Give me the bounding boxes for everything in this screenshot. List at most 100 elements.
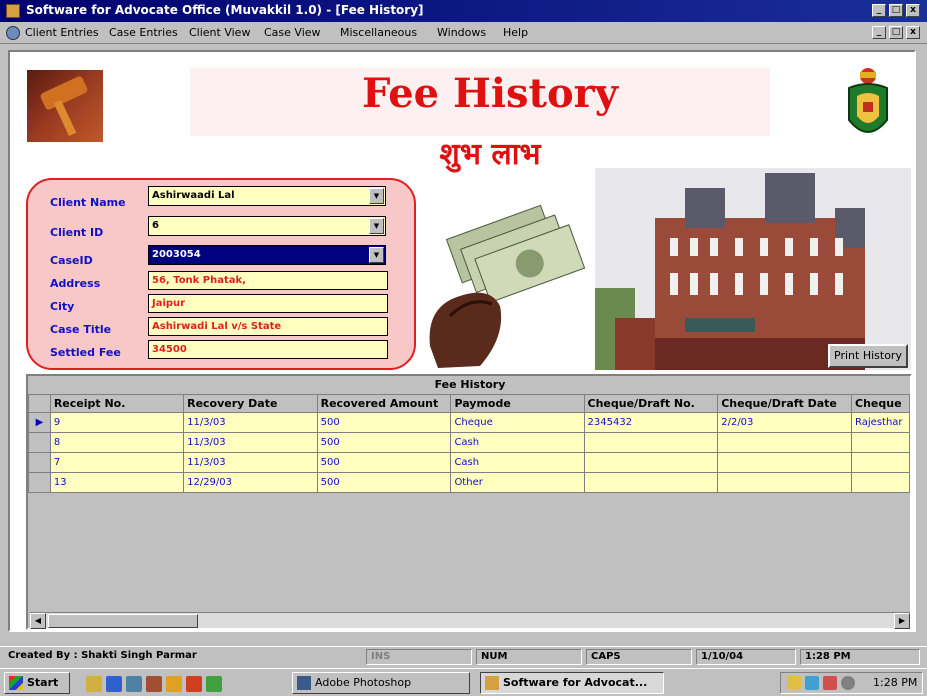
case-id-select[interactable]: 2003054 ▼ (148, 245, 386, 265)
table-cell[interactable]: 11/3/03 (183, 412, 318, 433)
menu-client-view[interactable]: Client View (189, 26, 250, 39)
tray-clock-icon[interactable] (841, 676, 855, 690)
horizontal-scrollbar[interactable]: ◀ ▶ (30, 612, 910, 629)
table-cell[interactable]: 2/2/03 (717, 412, 853, 433)
child-window-icon[interactable] (6, 26, 20, 40)
table-header-row: Receipt No. Recovery Date Recovered Amou… (28, 394, 910, 413)
table-cell[interactable] (717, 452, 853, 473)
table-cell[interactable]: 12/29/03 (183, 472, 318, 493)
row-header-corner (28, 394, 51, 413)
menu-case-view[interactable]: Case View (264, 26, 321, 39)
taskbar-software-advocate[interactable]: Software for Advocat... (480, 672, 664, 694)
settled-fee-field[interactable]: 34500 (148, 340, 388, 359)
table-cell[interactable] (583, 472, 719, 493)
app-icon[interactable] (206, 676, 222, 692)
table-cell[interactable] (851, 472, 910, 493)
table-cell[interactable]: 500 (316, 412, 452, 433)
desktop-icon[interactable] (126, 676, 142, 692)
row-header[interactable] (28, 452, 51, 473)
menu-case-entries[interactable]: Case Entries (109, 26, 178, 39)
current-row-marker[interactable]: ▶ (28, 412, 51, 433)
table-cell[interactable]: 11/3/03 (183, 432, 318, 453)
table-row[interactable]: 8 11/3/03 500 Cash (28, 432, 910, 453)
row-header[interactable] (28, 472, 51, 493)
chevron-down-icon[interactable]: ▼ (369, 188, 384, 204)
fee-history-table: Receipt No. Recovery Date Recovered Amou… (28, 394, 910, 493)
table-cell[interactable]: Cheque (450, 412, 585, 433)
menu-client-entries[interactable]: Client Entries (25, 26, 99, 39)
column-header[interactable]: Cheque/Draft No. (583, 394, 719, 413)
table-cell[interactable]: 9 (49, 412, 185, 433)
table-cell[interactable] (851, 452, 910, 473)
child-restore-button[interactable]: □ (889, 26, 903, 39)
table-cell[interactable]: 500 (316, 432, 452, 453)
table-cell[interactable]: 11/3/03 (183, 452, 318, 473)
table-cell[interactable]: 8 (49, 432, 185, 453)
table-cell[interactable]: Rajesthar (851, 412, 910, 433)
table-row[interactable]: 7 11/3/03 500 Cash (28, 452, 910, 473)
client-id-select[interactable]: 6 ▼ (148, 216, 386, 236)
network-icon[interactable] (805, 676, 819, 690)
client-name-select[interactable]: Ashirwaadi Lal ▼ (148, 186, 386, 206)
table-row[interactable]: ▶ 9 11/3/03 500 Cheque 2345432 2/2/03 Ra… (28, 412, 910, 433)
tray-clock[interactable]: 1:28 PM (873, 676, 917, 689)
table-cell[interactable] (583, 432, 719, 453)
column-header[interactable]: Recovery Date (183, 394, 318, 413)
maximize-button[interactable]: □ (889, 4, 903, 17)
table-cell[interactable]: Cash (450, 452, 585, 473)
ie-icon[interactable] (106, 676, 122, 692)
fee-history-grid[interactable]: Fee History Receipt No. Recovery Date Re… (26, 374, 912, 630)
address-field[interactable]: 56, Tonk Phatak, (148, 271, 388, 290)
start-button[interactable]: Start (4, 672, 70, 694)
quicklaunch-icon[interactable] (86, 676, 102, 692)
scroll-thumb[interactable] (48, 614, 198, 628)
case-title-field[interactable]: Ashirwadi Lal v/s State (148, 317, 388, 336)
tray-app-icon[interactable] (823, 676, 837, 690)
menu-miscellaneous[interactable]: Miscellaneous (340, 26, 417, 39)
table-cell[interactable]: 2345432 (583, 412, 719, 433)
app-icon (6, 4, 20, 18)
status-bar: Created By : Shakti Singh Parmar INS NUM… (0, 646, 927, 666)
client-name-label: Client Name (50, 196, 126, 209)
column-header[interactable]: Cheque (851, 394, 910, 413)
table-cell[interactable]: 13 (49, 472, 185, 493)
scroll-right-icon[interactable]: ▶ (894, 613, 910, 629)
menu-windows[interactable]: Windows (437, 26, 486, 39)
page-title: Fee History (361, 70, 618, 117)
tool-icon[interactable] (146, 676, 162, 692)
table-row[interactable]: 13 12/29/03 500 Other (28, 472, 910, 493)
minimize-button[interactable]: _ (872, 4, 886, 17)
menu-help[interactable]: Help (503, 26, 528, 39)
table-cell[interactable]: Other (450, 472, 585, 493)
row-header[interactable] (28, 432, 51, 453)
city-field[interactable]: Jaipur (148, 294, 388, 313)
status-caps: CAPS (586, 649, 692, 665)
table-cell[interactable]: 500 (316, 472, 452, 493)
table-cell[interactable] (717, 432, 853, 453)
scroll-left-icon[interactable]: ◀ (30, 613, 46, 629)
title-bar[interactable]: Software for Advocate Office (Muvakkil 1… (0, 0, 927, 22)
grid-caption: Fee History (434, 378, 506, 391)
money-image (429, 204, 586, 368)
speaker-icon[interactable] (787, 676, 801, 690)
folder-icon[interactable] (166, 676, 182, 692)
table-cell[interactable]: Cash (450, 432, 585, 453)
column-header[interactable]: Receipt No. (49, 394, 185, 413)
table-cell[interactable]: 500 (316, 452, 452, 473)
column-header[interactable]: Recovered Amount (316, 394, 452, 413)
table-cell[interactable] (583, 452, 719, 473)
media-icon[interactable] (186, 676, 202, 692)
start-label: Start (27, 676, 59, 689)
taskbar-photoshop[interactable]: Adobe Photoshop (292, 672, 470, 694)
close-button[interactable]: x (906, 4, 920, 17)
column-header[interactable]: Paymode (450, 394, 585, 413)
child-close-button[interactable]: x (906, 26, 920, 39)
column-header[interactable]: Cheque/Draft Date (717, 394, 853, 413)
child-minimize-button[interactable]: _ (872, 26, 886, 39)
print-history-button[interactable]: Print History (828, 344, 908, 368)
table-cell[interactable]: 7 (49, 452, 185, 473)
table-cell[interactable] (851, 432, 910, 453)
chevron-down-icon[interactable]: ▼ (369, 218, 384, 234)
chevron-down-icon[interactable]: ▼ (369, 247, 384, 263)
table-cell[interactable] (717, 472, 853, 493)
